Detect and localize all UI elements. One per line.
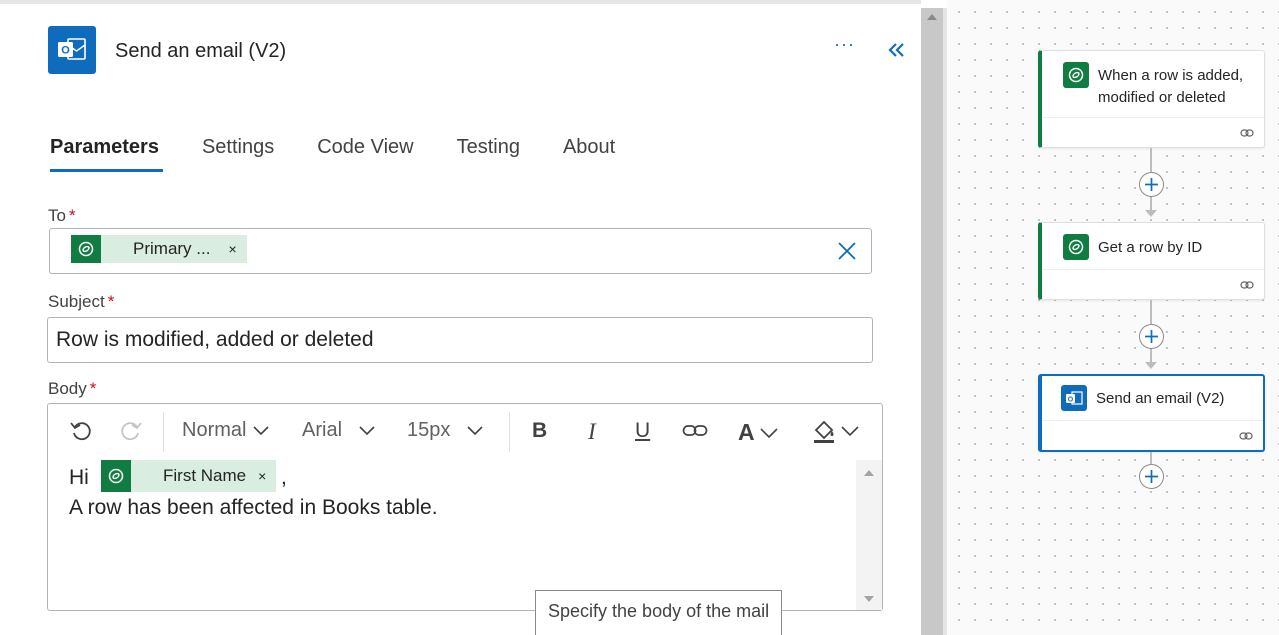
svg-text:O: O	[61, 45, 70, 57]
subject-label: Subject *	[48, 292, 115, 311]
body-comma: ,	[281, 466, 287, 489]
redo-button[interactable]	[118, 418, 144, 444]
to-label: To *	[48, 206, 76, 225]
svg-text:O: O	[1068, 396, 1074, 403]
more-options-button[interactable]: ···	[834, 34, 855, 55]
collapse-panel-button[interactable]	[884, 38, 908, 62]
undo-icon	[70, 422, 91, 441]
scroll-down-arrow[interactable]	[864, 596, 874, 602]
to-token-label: Primary ...	[133, 239, 211, 258]
chevron-down-icon	[253, 425, 270, 435]
dataverse-icon	[71, 235, 101, 263]
link-icon	[682, 425, 708, 436]
scroll-up-arrow[interactable]	[927, 14, 937, 20]
highlight-color-dropdown[interactable]	[812, 418, 860, 444]
tab-about[interactable]: About	[563, 132, 615, 172]
insert-link-button[interactable]	[682, 423, 708, 439]
required-mark: *	[89, 379, 97, 398]
link-icon	[1239, 432, 1253, 440]
font-color-dropdown[interactable]: A	[738, 419, 779, 446]
chevron-down-icon	[760, 427, 778, 438]
tab-code-view[interactable]: Code View	[317, 132, 413, 172]
close-icon	[838, 242, 856, 260]
link-icon	[1240, 281, 1254, 289]
plus-icon	[1145, 330, 1158, 343]
font-dropdown[interactable]: Arial	[302, 419, 376, 442]
first-name-token-label: First Name	[163, 466, 247, 485]
tab-settings[interactable]: Settings	[202, 132, 274, 172]
paint-bucket-icon	[814, 420, 834, 443]
editor-scrollbar[interactable]	[856, 460, 882, 610]
body-line-2: A row has been affected in Books table.	[69, 496, 438, 519]
flow-node-trigger[interactable]: When a row is added, modified or deleted	[1038, 50, 1265, 148]
add-step-button[interactable]	[1139, 464, 1164, 489]
clear-to-button[interactable]	[836, 240, 858, 262]
body-tooltip: Specify the body of the mail	[535, 590, 783, 635]
editor-toolbar: Normal Arial 15px B I U A	[48, 404, 882, 458]
required-mark: *	[68, 206, 76, 225]
panel-scrollbar[interactable]	[921, 8, 943, 635]
chevron-down-icon	[359, 425, 375, 435]
tab-parameters[interactable]: Parameters	[50, 132, 163, 172]
node-title: Get a row by ID	[1098, 239, 1203, 256]
link-icon	[1240, 129, 1254, 137]
undo-button[interactable]	[68, 418, 94, 444]
remove-token-button[interactable]: ×	[258, 468, 266, 484]
scroll-up-arrow[interactable]	[864, 470, 874, 476]
body-label: Body *	[48, 379, 97, 398]
outlook-icon: O	[1061, 385, 1087, 411]
subject-input[interactable]: Row is modified, added or deleted	[47, 317, 873, 363]
required-mark: *	[107, 292, 115, 311]
dataverse-icon	[101, 460, 131, 492]
double-chevron-left-icon	[888, 43, 904, 57]
app-window: O Send an email (V2) ··· Parameters Sett…	[0, 0, 1279, 635]
panel-tabs: Parameters Settings Code View Testing Ab…	[50, 132, 658, 176]
italic-button[interactable]: I	[588, 419, 596, 445]
node-title: Send an email (V2)	[1096, 390, 1225, 407]
underline-button[interactable]: U	[635, 419, 650, 443]
add-step-button[interactable]	[1139, 324, 1164, 349]
to-token[interactable]: Primary ... ×	[71, 235, 247, 263]
panel-title: Send an email (V2)	[115, 40, 287, 62]
plus-icon	[1145, 470, 1158, 483]
redo-icon	[121, 422, 142, 441]
tab-testing[interactable]: Testing	[457, 132, 520, 172]
bold-button[interactable]: B	[532, 419, 547, 443]
chevron-down-icon	[467, 425, 483, 435]
dataverse-icon	[1063, 234, 1089, 260]
dataverse-icon	[1063, 62, 1089, 88]
node-title: When a row is added, modified or deleted	[1098, 67, 1244, 106]
body-content[interactable]: Hi First Name × , A row has been affecte…	[48, 460, 856, 608]
font-size-dropdown[interactable]: 15px	[407, 419, 484, 442]
remove-token-button[interactable]: ×	[228, 241, 236, 257]
chevron-down-icon	[841, 426, 859, 437]
body-editor[interactable]: Normal Arial 15px B I U A Hi First Name …	[47, 403, 883, 611]
body-line-1: Hi	[69, 466, 89, 489]
plus-icon	[1145, 178, 1158, 191]
add-step-button[interactable]	[1139, 172, 1164, 197]
paragraph-style-dropdown[interactable]: Normal	[182, 419, 270, 442]
first-name-token[interactable]: First Name ×	[101, 460, 277, 492]
flow-node-send-email[interactable]: O Send an email (V2)	[1038, 374, 1265, 452]
flow-node-get-row[interactable]: Get a row by ID	[1038, 222, 1265, 300]
outlook-icon: O	[48, 26, 96, 74]
